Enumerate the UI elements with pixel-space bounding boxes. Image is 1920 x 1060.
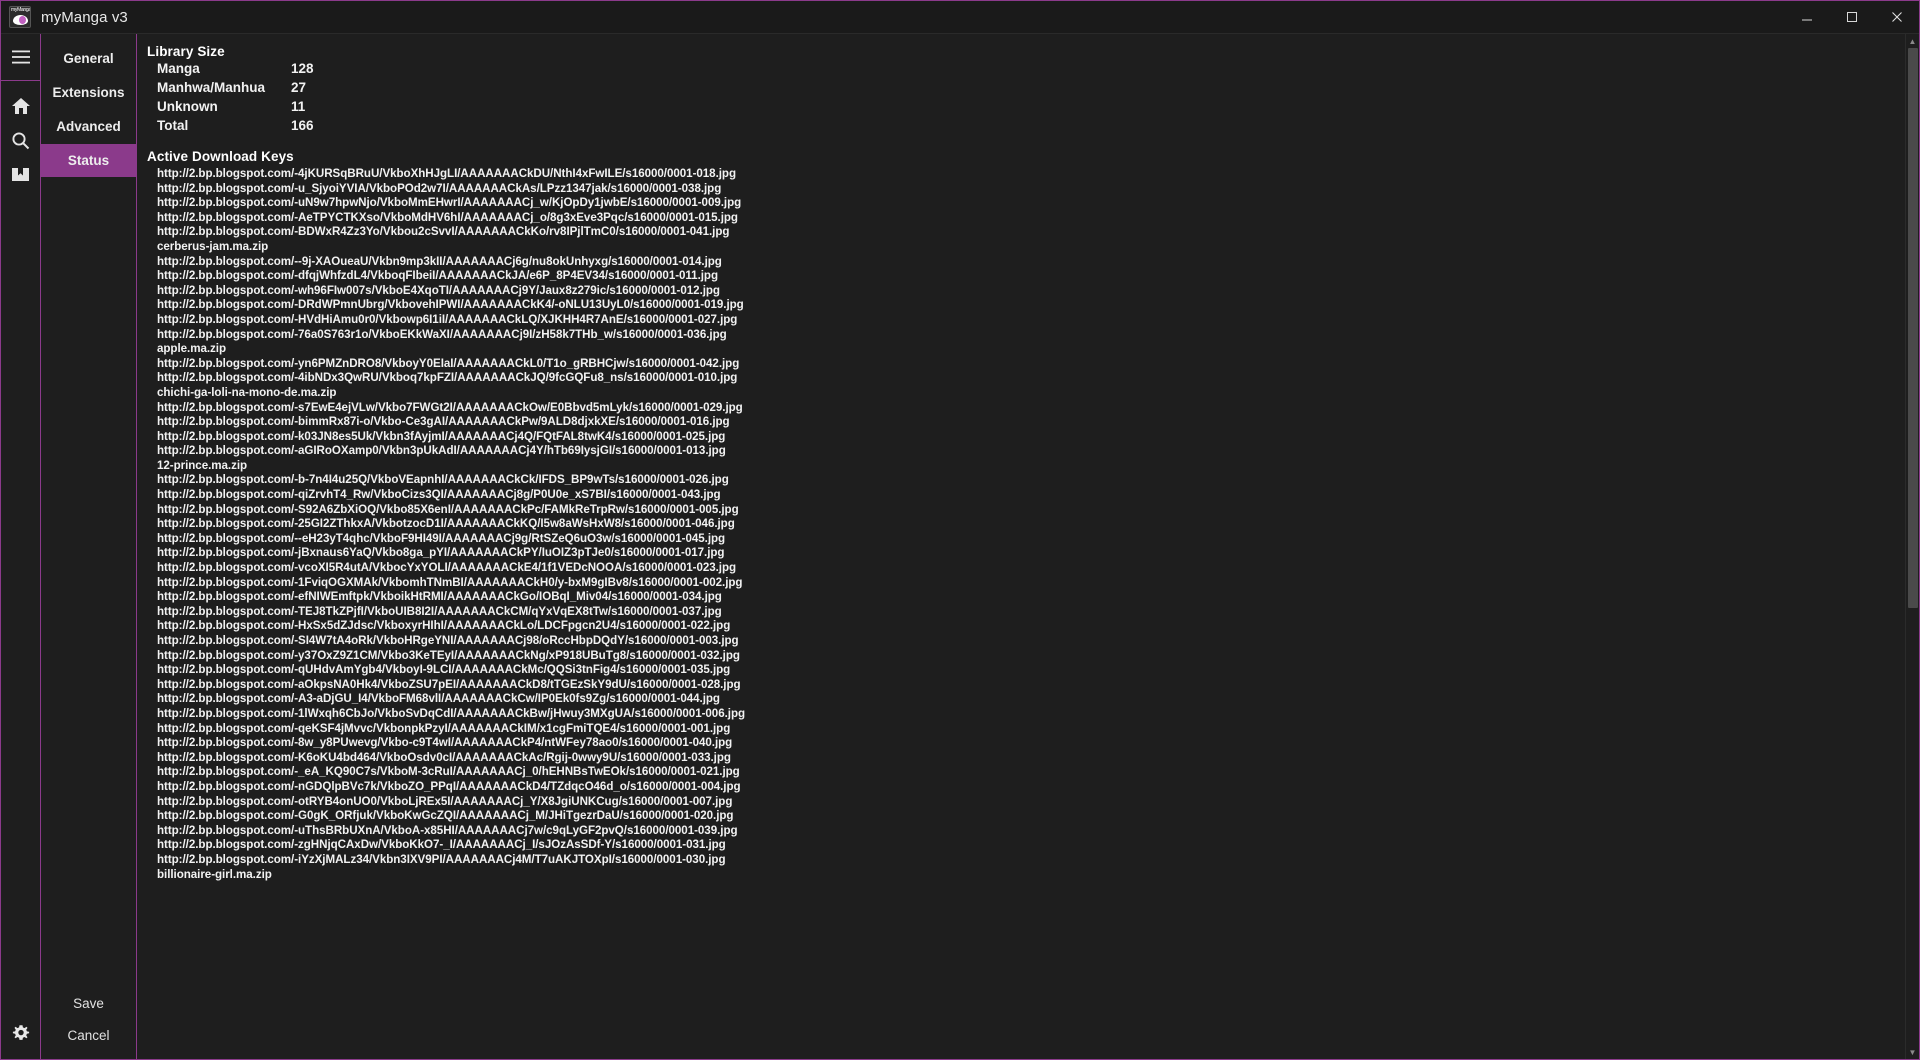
download-key-item: http://2.bp.blogspot.com/-zgHNjqCAxDw/Vk…	[157, 838, 726, 852]
library-row-label: Total	[157, 118, 189, 133]
download-key-item: http://2.bp.blogspot.com/-jBxnaus6YaQ/Vk…	[157, 546, 725, 560]
download-key-item: http://2.bp.blogspot.com/-AeTPYCTKXso/Vk…	[157, 210, 738, 224]
main-body: General Extensions Advanced Status Save …	[0, 34, 1919, 1059]
status-content-panel: Library Size Manga 128 Manhwa/Manhua 27 …	[137, 34, 1919, 1059]
active-download-keys-list: http://2.bp.blogspot.com/-4jKURSqBRuU/Vk…	[157, 167, 1919, 882]
scroll-down-icon[interactable]: ▼	[1906, 1045, 1920, 1059]
tab-advanced[interactable]: Advanced	[41, 110, 136, 143]
content-scrollbar[interactable]: ▲ ▼	[1905, 34, 1919, 1059]
download-key-item: http://2.bp.blogspot.com/-S92A6ZbXiOQ/Vk…	[157, 502, 739, 516]
download-key-item: http://2.bp.blogspot.com/-4ibNDx3QwRU/Vk…	[157, 371, 738, 385]
download-key-item: http://2.bp.blogspot.com/-aOkpsNA0Hk4/Vk…	[157, 677, 741, 691]
download-key-item: http://2.bp.blogspot.com/-DRdWPmnUbrg/Vk…	[157, 298, 744, 312]
download-key-item: http://2.bp.blogspot.com/-qeKSF4jMvvc/Vk…	[157, 721, 731, 735]
download-key-item: http://2.bp.blogspot.com/-K6oKU4bd464/Vk…	[157, 750, 731, 764]
download-key-item: http://2.bp.blogspot.com/-b-7n4I4u25Q/Vk…	[157, 473, 729, 487]
settings-tab-column: General Extensions Advanced Status Save …	[41, 34, 137, 1059]
close-icon[interactable]	[1874, 1, 1919, 33]
download-key-item: http://2.bp.blogspot.com/-8w_y8PUwevg/Vk…	[157, 736, 733, 750]
download-key-item: http://2.bp.blogspot.com/-qUHdvAmYgb4/Vk…	[157, 663, 731, 677]
download-key-item: http://2.bp.blogspot.com/-HxSx5dZJdsc/Vk…	[157, 619, 731, 633]
download-key-item: http://2.bp.blogspot.com/--9j-XAOueaU/Vk…	[157, 254, 722, 268]
download-key-item: http://2.bp.blogspot.com/-uThsBRbUXnA/Vk…	[157, 823, 738, 837]
bookmark-icon[interactable]	[1, 157, 41, 191]
menu-icon[interactable]	[1, 40, 41, 74]
download-key-item: http://2.bp.blogspot.com/-25GI2ZThkxA/Vk…	[157, 517, 735, 531]
table-row: Total 166	[157, 118, 314, 137]
download-key-item: http://2.bp.blogspot.com/-HVdHiAmu0r0/Vk…	[157, 312, 738, 326]
download-key-item: http://2.bp.blogspot.com/-u_SjyoiYVIA/Vk…	[157, 181, 722, 195]
tab-status[interactable]: Status	[41, 144, 136, 177]
tabcol-spacer	[41, 178, 136, 987]
rail-divider	[0, 80, 41, 81]
download-key-item: http://2.bp.blogspot.com/-1lWxqh6CbJo/Vk…	[157, 706, 746, 720]
download-key-item: 12-prince.ma.zip	[157, 458, 248, 472]
scroll-up-icon[interactable]: ▲	[1906, 34, 1920, 48]
gear-icon[interactable]	[1, 1017, 41, 1051]
scrollbar-track[interactable]	[1906, 48, 1920, 1045]
title-bar: myManga myManga v3	[1, 1, 1919, 34]
scrollbar-thumb[interactable]	[1907, 48, 1918, 608]
download-key-item: billionaire-girl.ma.zip	[157, 867, 272, 881]
table-row: Manga 128	[157, 61, 314, 80]
library-size-heading: Library Size	[147, 44, 225, 59]
download-key-item: http://2.bp.blogspot.com/-iYzXjMALz34/Vk…	[157, 852, 726, 866]
download-key-item: http://2.bp.blogspot.com/-vcoXI5R4utA/Vk…	[157, 561, 737, 575]
app-logo-text: myManga	[11, 7, 31, 13]
download-key-item: http://2.bp.blogspot.com/-yn6PMZnDRO8/Vk…	[157, 356, 740, 370]
download-key-item: http://2.bp.blogspot.com/-dfqjWhfzdL4/Vk…	[157, 269, 718, 283]
download-key-item: http://2.bp.blogspot.com/-k03JN8es5Uk/Vk…	[157, 429, 726, 443]
tab-extensions[interactable]: Extensions	[41, 76, 136, 109]
library-row-value: 27	[291, 80, 307, 95]
active-download-keys-heading: Active Download Keys	[147, 149, 294, 164]
download-key-item: http://2.bp.blogspot.com/-1FviqOGXMAk/Vk…	[157, 575, 743, 589]
download-key-item: http://2.bp.blogspot.com/-BDWxR4Zz3Yo/Vk…	[157, 225, 730, 239]
download-key-item: http://2.bp.blogspot.com/-TEJ8TkZPjfI/Vk…	[157, 604, 722, 618]
download-key-item: http://2.bp.blogspot.com/-s7EwE4ejVLw/Vk…	[157, 400, 743, 414]
download-key-item: http://2.bp.blogspot.com/-_eA_KQ90C7s/Vk…	[157, 765, 740, 779]
library-row-label: Manga	[157, 61, 200, 76]
download-key-item: http://2.bp.blogspot.com/-y37OxZ9Z1CM/Vk…	[157, 648, 740, 662]
search-icon[interactable]	[1, 123, 41, 157]
cancel-button[interactable]: Cancel	[41, 1019, 136, 1051]
window-controls	[1784, 1, 1919, 33]
download-key-item: http://2.bp.blogspot.com/-A3-aDjGU_I4/Vk…	[157, 692, 720, 706]
library-size-table: Manga 128 Manhwa/Manhua 27 Unknown 11 To…	[157, 61, 314, 137]
icon-rail	[0, 34, 41, 1059]
download-key-item: chichi-ga-loli-na-mono-de.ma.zip	[157, 385, 337, 399]
download-key-item: http://2.bp.blogspot.com/--eH23yT4qhc/Vk…	[157, 531, 726, 545]
app-window: myManga myManga v3 General Extensions Ad…	[0, 0, 1920, 1060]
download-key-item: http://2.bp.blogspot.com/-efNIWEmftpk/Vk…	[157, 590, 722, 604]
download-key-item: http://2.bp.blogspot.com/-wh96FIw007s/Vk…	[157, 283, 720, 297]
table-row: Unknown 11	[157, 99, 314, 118]
library-row-value: 11	[291, 99, 306, 114]
download-key-item: http://2.bp.blogspot.com/-4jKURSqBRuU/Vk…	[157, 167, 736, 180]
library-row-value: 166	[291, 118, 314, 133]
download-key-item: http://2.bp.blogspot.com/-G0gK_ORfjuk/Vk…	[157, 809, 734, 823]
tab-general[interactable]: General	[41, 42, 136, 75]
save-button[interactable]: Save	[41, 987, 136, 1019]
download-key-item: http://2.bp.blogspot.com/-qiZrvhT4_Rw/Vk…	[157, 488, 721, 502]
library-row-label: Manhwa/Manhua	[157, 80, 266, 95]
download-key-item: http://2.bp.blogspot.com/-bimmRx87i-o/Vk…	[157, 415, 730, 429]
maximize-icon[interactable]	[1829, 1, 1874, 33]
library-row-value: 128	[291, 61, 314, 76]
window-title: myManga v3	[41, 8, 128, 26]
download-key-item: http://2.bp.blogspot.com/-nGDQlpBVc7k/Vk…	[157, 779, 741, 793]
download-key-item: http://2.bp.blogspot.com/-SI4W7tA4oRk/Vk…	[157, 634, 739, 647]
download-key-item: cerberus-jam.ma.zip	[157, 239, 269, 253]
download-key-item: http://2.bp.blogspot.com/-otRYB4onUO0/Vk…	[157, 794, 733, 808]
app-logo-icon: myManga	[9, 6, 31, 28]
download-key-item: apple.ma.zip	[157, 342, 226, 356]
home-icon[interactable]	[1, 89, 41, 123]
library-row-label: Unknown	[157, 99, 218, 114]
minimize-icon[interactable]	[1784, 1, 1829, 33]
download-key-item: http://2.bp.blogspot.com/-aGIRoOXamp0/Vk…	[157, 444, 726, 458]
download-key-item: http://2.bp.blogspot.com/-76a0S763r1o/Vk…	[157, 327, 727, 341]
download-key-item: http://2.bp.blogspot.com/-uN9w7hpwNjo/Vk…	[157, 196, 742, 210]
table-row: Manhwa/Manhua 27	[157, 80, 314, 99]
